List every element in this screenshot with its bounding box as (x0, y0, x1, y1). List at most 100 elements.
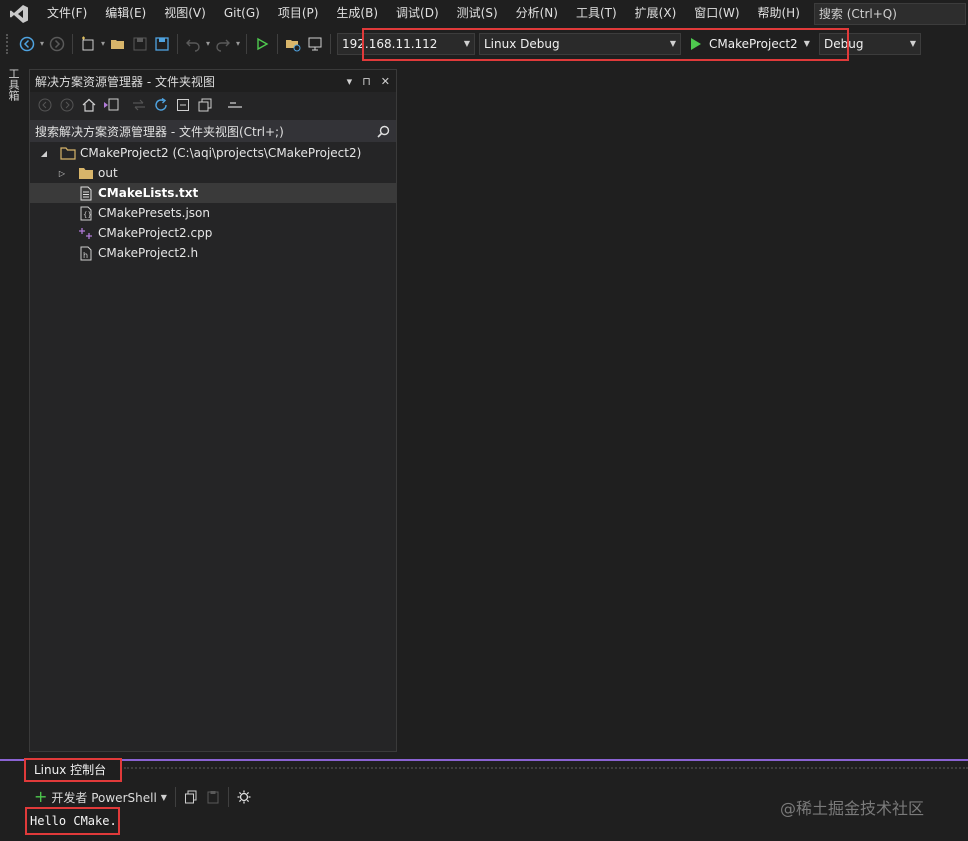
folder-tree: ◢ CMakeProject2 (C:\aqi\projects\CMakePr… (30, 142, 396, 263)
tree-item-header[interactable]: h CMakeProject2.h (30, 243, 396, 263)
menu-project[interactable]: 项目(P) (269, 0, 328, 27)
solution-explorer-title: 解决方案资源管理器 - 文件夹视图 (35, 74, 215, 89)
menu-build[interactable]: 生成(B) (327, 0, 387, 27)
new-project-icon[interactable] (77, 33, 99, 55)
menu-extensions[interactable]: 扩展(X) (626, 0, 686, 27)
developer-powershell-button[interactable]: 开发者 PowerShell (51, 789, 156, 806)
remote-connection-icon[interactable] (304, 33, 326, 55)
toolbox-label: 工具箱 (7, 68, 20, 101)
menu-git[interactable]: Git(G) (215, 0, 269, 27)
json-file-icon: {} (78, 205, 94, 221)
solution-explorer-titlebar[interactable]: 解决方案资源管理器 - 文件夹视图 ▾ ⊓ ✕ (30, 70, 396, 92)
tab-linux-console[interactable]: Linux 控制台 (24, 758, 122, 782)
menu-view[interactable]: 视图(V) (155, 0, 215, 27)
tree-item-label: CMakePresets.json (98, 206, 211, 220)
header-file-icon: h (78, 245, 94, 261)
menu-bar: 文件(F) 编辑(E) 视图(V) Git(G) 项目(P) 生成(B) 调试(… (0, 0, 968, 27)
redo-dropdown-icon[interactable]: ▾ (234, 33, 242, 55)
toolbar-separator (174, 787, 176, 807)
chevron-down-icon: ▼ (463, 39, 470, 48)
tree-root-label: CMakeProject2 (C:\aqi\projects\CMakeProj… (80, 146, 362, 160)
tree-item-cmakelists[interactable]: CMakeLists.txt (30, 183, 396, 203)
collapse-all-icon[interactable] (174, 96, 192, 114)
menu-edit[interactable]: 编辑(E) (96, 0, 155, 27)
navigate-back-icon[interactable] (16, 33, 38, 55)
remote-host-combo[interactable]: 192.168.11.112 ▼ (337, 32, 475, 55)
undo-dropdown-icon[interactable]: ▾ (204, 33, 212, 55)
search-icon (377, 125, 390, 138)
panel-accent-bar (0, 759, 968, 761)
navigate-back-dropdown-icon[interactable]: ▾ (38, 33, 46, 55)
pending-changes-filter-icon[interactable] (130, 96, 148, 114)
console-toolbar: + 开发者 PowerShell ▼ (34, 786, 251, 808)
standard-toolbar: ▾ ▾ ▾ ▾ 192.168.11.112 ▼ Linux Debug ▼ C… (0, 27, 968, 60)
toolbar-separator (72, 33, 73, 54)
forward-icon[interactable] (58, 96, 76, 114)
save-all-icon[interactable] (151, 33, 173, 55)
collapsed-triangle-icon[interactable]: ▷ (54, 169, 70, 178)
toolbar-grip[interactable] (6, 33, 10, 54)
tree-item-cmakepresets[interactable]: {} CMakePresets.json (30, 203, 396, 223)
save-icon[interactable] (129, 33, 151, 55)
show-all-files-icon[interactable] (196, 96, 214, 114)
tree-item-label: CMakeLists.txt (98, 186, 199, 200)
tree-item-label: CMakeProject2.cpp (98, 226, 213, 240)
folder-icon (60, 145, 76, 161)
toolbox-strip[interactable]: 工具箱 (0, 64, 26, 114)
browse-folder-icon[interactable] (282, 33, 304, 55)
copy-icon[interactable] (184, 790, 198, 804)
navigate-forward-icon[interactable] (46, 33, 68, 55)
tree-item-label: CMakeProject2.h (98, 246, 199, 260)
paste-icon[interactable] (206, 790, 220, 804)
build-type-value: Debug (824, 36, 864, 51)
undo-icon[interactable] (182, 33, 204, 55)
chevron-down-icon: ▼ (669, 39, 676, 48)
close-icon[interactable]: ✕ (381, 75, 390, 88)
cpp-file-icon (78, 225, 94, 241)
configuration-value: Linux Debug (484, 36, 560, 51)
home-icon[interactable] (80, 96, 98, 114)
toolbar-separator (177, 33, 178, 54)
build-type-combo[interactable]: Debug ▼ (819, 32, 921, 55)
svg-text:h: h (83, 251, 88, 260)
panel-drag-handle[interactable] (124, 767, 968, 772)
pin-icon[interactable]: ⊓ (362, 75, 371, 88)
chevron-down-icon: ▼ (909, 39, 916, 48)
chevron-down-icon[interactable]: ▼ (161, 793, 167, 802)
tree-item-out[interactable]: ▷ out (30, 163, 396, 183)
folder-icon (78, 165, 94, 181)
watermark: @稀土掘金技术社区 (780, 799, 925, 818)
plus-icon: + (34, 787, 48, 806)
start-debugging-button[interactable]: CMakeProject2 ▼ (685, 33, 817, 55)
refresh-icon[interactable] (152, 96, 170, 114)
global-search-box[interactable]: 搜索 (Ctrl+Q) (813, 2, 966, 25)
menu-file[interactable]: 文件(F) (38, 0, 96, 27)
visual-studio-logo-icon[interactable] (0, 0, 38, 27)
start-without-debugging-icon[interactable] (251, 33, 273, 55)
new-project-dropdown-icon[interactable]: ▾ (99, 33, 107, 55)
redo-icon[interactable] (212, 33, 234, 55)
solution-explorer-search[interactable]: 搜索解决方案资源管理器 - 文件夹视图(Ctrl+;) (30, 120, 396, 142)
switch-views-icon[interactable] (102, 96, 120, 114)
menu-analyze[interactable]: 分析(N) (507, 0, 567, 27)
menu-window[interactable]: 窗口(W) (685, 0, 748, 27)
svg-text:{}: {} (83, 211, 92, 219)
configuration-combo[interactable]: Linux Debug ▼ (479, 32, 681, 55)
tree-root[interactable]: ◢ CMakeProject2 (C:\aqi\projects\CMakePr… (30, 143, 396, 163)
console-output[interactable]: Hello CMake. (25, 807, 120, 835)
solution-explorer-panel: 解决方案资源管理器 - 文件夹视图 ▾ ⊓ ✕ 搜索解决方案资源管理器 - 文件… (29, 69, 397, 752)
properties-icon[interactable] (226, 96, 244, 114)
remote-host-value: 192.168.11.112 (342, 36, 438, 51)
gear-icon[interactable] (237, 790, 251, 804)
tree-item-label: out (98, 166, 118, 180)
menu-debug[interactable]: 调试(D) (387, 0, 448, 27)
tree-item-cpp[interactable]: CMakeProject2.cpp (30, 223, 396, 243)
toolbar-separator (277, 33, 278, 54)
open-file-icon[interactable] (107, 33, 129, 55)
menu-tools[interactable]: 工具(T) (567, 0, 626, 27)
back-icon[interactable] (36, 96, 54, 114)
expanded-triangle-icon[interactable]: ◢ (36, 149, 52, 158)
menu-test[interactable]: 测试(S) (448, 0, 507, 27)
menu-help[interactable]: 帮助(H) (749, 0, 809, 27)
window-position-icon[interactable]: ▾ (347, 75, 353, 88)
